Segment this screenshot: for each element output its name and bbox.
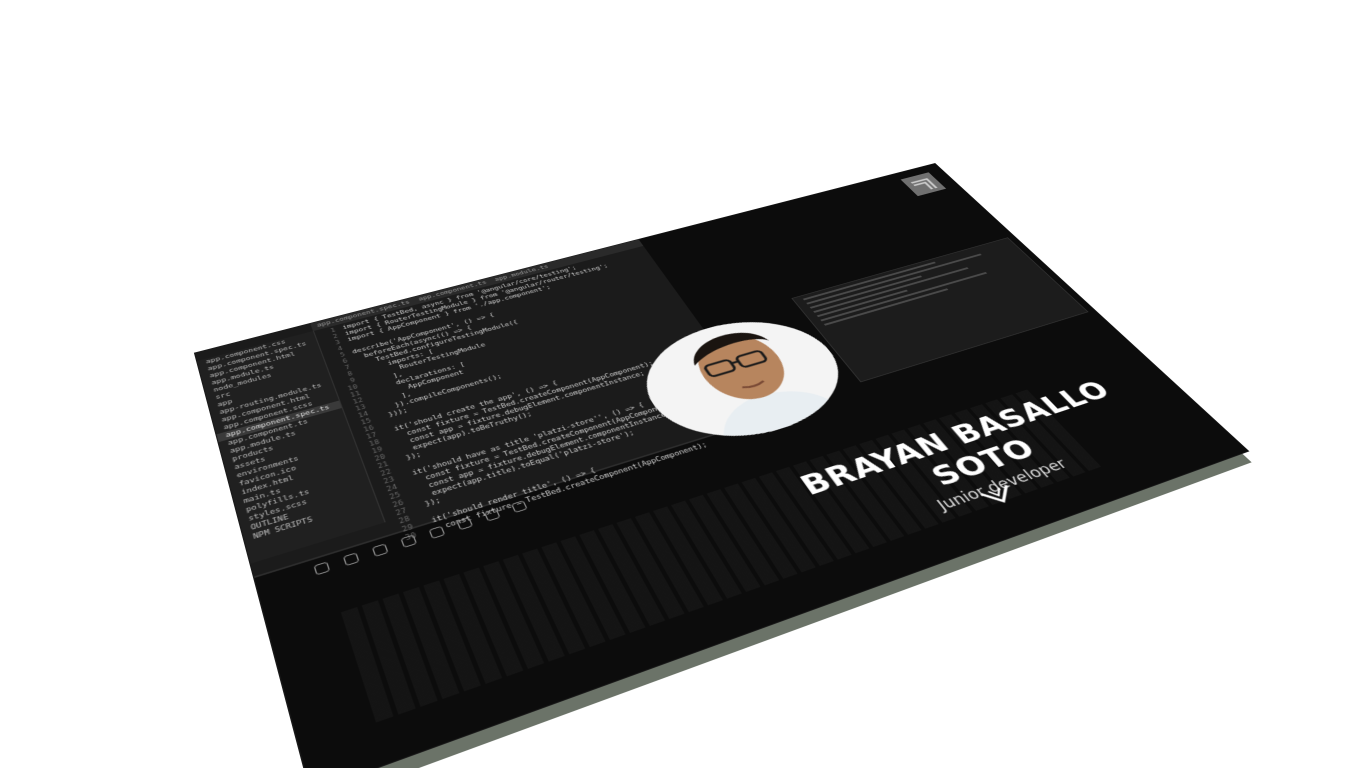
line-number: 21 bbox=[368, 460, 390, 473]
code-text: const fixture = TestBed.createComponent(… bbox=[423, 441, 708, 535]
chevron-down-icon[interactable] bbox=[975, 481, 1024, 511]
file-tree-item: assets bbox=[225, 431, 353, 475]
monitor-line bbox=[806, 254, 981, 305]
taskbar-icon bbox=[314, 562, 331, 576]
code-line: 25 const app = fixture.debugElement.comp… bbox=[380, 388, 745, 504]
tilted-card: app.component.spec.ts app.component.ts app… bbox=[195, 164, 1248, 768]
line-number: 25 bbox=[380, 491, 402, 505]
hero-role: Junior developer bbox=[809, 418, 1182, 558]
scene: app.component.spec.ts app.component.ts app… bbox=[0, 0, 1366, 768]
code-text: it('should render title', () => { bbox=[420, 467, 597, 527]
file-tree-item: styles.scss bbox=[238, 479, 371, 526]
line-number: 18 bbox=[360, 438, 381, 451]
line-number: 24 bbox=[377, 483, 399, 496]
file-tree-item: OUTLINE bbox=[241, 488, 375, 536]
taskbar-icon bbox=[400, 535, 417, 548]
code-line: 26 expect(app.title).toEqual('platzi-sto… bbox=[383, 395, 750, 512]
background-code-editor: app.component.spec.ts app.component.ts app… bbox=[195, 239, 768, 578]
file-tree-item: app.component.spec.ts bbox=[216, 401, 341, 443]
code-line: 30 const fixture = TestBed.createCompone… bbox=[395, 422, 769, 545]
code-text: }); bbox=[395, 451, 422, 464]
line-number: 30 bbox=[395, 531, 418, 546]
line-number: 26 bbox=[383, 498, 405, 512]
taskbar-icon bbox=[372, 543, 389, 556]
line-number: 23 bbox=[374, 475, 396, 488]
line-number: 20 bbox=[365, 453, 386, 466]
line-number: 14 bbox=[349, 410, 370, 422]
code-line: 27 }); bbox=[386, 401, 755, 520]
code-text: it('should have as title 'platzi-store''… bbox=[401, 402, 645, 480]
file-tree-item: app.component.ts bbox=[219, 408, 345, 450]
file-tree-item: NPM SCRIPTS bbox=[243, 496, 378, 545]
line-number: 17 bbox=[357, 431, 378, 443]
file-tree-item: index.html bbox=[232, 455, 363, 501]
code-text: expect(app.title).toEqual('platzi-store'… bbox=[410, 430, 635, 504]
code-text: const app = fixture.debugElement.compone… bbox=[407, 410, 672, 495]
line-number: 27 bbox=[386, 506, 408, 520]
taskbar-icon bbox=[429, 526, 446, 539]
line-number: 22 bbox=[371, 468, 393, 481]
file-tree-item: main.ts bbox=[234, 463, 365, 509]
taskbar-icon bbox=[511, 500, 528, 513]
line-number: 13 bbox=[346, 403, 367, 415]
code-text bbox=[417, 513, 420, 520]
file-tree-item: polyfills.ts bbox=[236, 471, 368, 518]
code-text: })); bbox=[378, 407, 409, 421]
file-tree-item: products bbox=[223, 423, 351, 466]
line-number: 19 bbox=[362, 445, 383, 458]
code-text: expect(app).toBeTruthy(); bbox=[392, 411, 533, 457]
file-tree-item: environments bbox=[227, 439, 356, 483]
brand-logo-icon[interactable] bbox=[901, 172, 947, 196]
line-number: 29 bbox=[392, 523, 415, 537]
file-tree-item: app.module.ts bbox=[221, 415, 348, 458]
taskbar-icon bbox=[456, 517, 473, 530]
line-number: 16 bbox=[354, 424, 375, 436]
code-line: 29 it('should render title', () => { bbox=[392, 415, 764, 537]
code-text: const fixture = TestBed.createComponent(… bbox=[404, 400, 681, 488]
hero-card: app.component.spec.ts app.component.ts app… bbox=[195, 164, 1248, 768]
background-taskbar bbox=[301, 437, 724, 583]
code-text bbox=[381, 422, 383, 428]
file-tree-item: favicon.ico bbox=[229, 447, 359, 492]
line-number: 28 bbox=[389, 514, 412, 528]
code-line: 28 bbox=[389, 408, 759, 528]
taskbar-icon bbox=[484, 509, 501, 522]
line-number: 15 bbox=[351, 417, 372, 429]
taskbar-icon bbox=[343, 552, 360, 566]
code-text: }); bbox=[414, 497, 442, 511]
code-text bbox=[398, 466, 400, 472]
code-text bbox=[349, 344, 351, 349]
